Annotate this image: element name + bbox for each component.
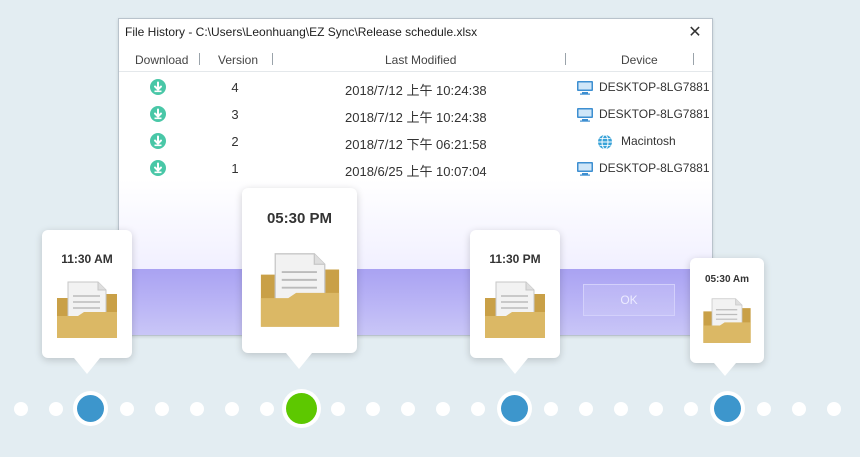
timeline-dot	[792, 402, 806, 416]
fade-overlay	[119, 179, 712, 269]
timeline-dot	[827, 402, 841, 416]
timeline-dot	[649, 402, 663, 416]
card-time: 11:30 AM	[61, 252, 113, 266]
timeline-dot	[260, 402, 274, 416]
modified-cell: 2018/7/12 上午 10:24:38	[345, 83, 487, 98]
document-folder-icon	[260, 253, 340, 327]
device-cell: Macintosh	[621, 134, 676, 148]
card-pointer	[74, 358, 100, 374]
timeline-node-active[interactable]	[286, 393, 317, 424]
timeline-dot	[544, 402, 558, 416]
card-pointer	[502, 358, 528, 374]
header-divider	[119, 71, 712, 72]
timeline-node[interactable]	[714, 395, 741, 422]
window-title: File History - C:\Users\Leonhuang\EZ Syn…	[125, 25, 478, 39]
document-folder-icon	[703, 298, 751, 343]
version-cell: 1	[231, 161, 239, 176]
version-cell: 4	[231, 80, 239, 95]
column-divider[interactable]	[693, 53, 694, 65]
header-last-modified[interactable]: Last Modified	[385, 53, 456, 67]
card-time: 05:30 Am	[704, 274, 750, 285]
column-divider[interactable]	[199, 53, 200, 65]
version-card[interactable]: 11:30 PM	[470, 230, 560, 374]
timeline-dot	[579, 402, 593, 416]
table-header: Download Version Last Modified Device	[119, 49, 712, 71]
timeline-dot	[49, 402, 63, 416]
modified-cell: 2018/7/12 下午 06:21:58	[345, 137, 487, 152]
monitor-icon	[577, 81, 593, 95]
timeline-dot	[120, 402, 134, 416]
table-row[interactable]: 4 2018/7/12 上午 10:24:38 DESKTOP-8LG7881	[119, 75, 712, 102]
close-button[interactable]: ✕	[684, 22, 706, 44]
device-cell: DESKTOP-8LG7881	[599, 107, 710, 121]
device-cell: DESKTOP-8LG7881	[599, 161, 710, 175]
modified-cell: 2018/7/12 上午 10:24:38	[345, 110, 487, 125]
version-cell: 2	[231, 134, 239, 149]
timeline-node[interactable]	[77, 395, 104, 422]
version-card[interactable]: 05:30 PM	[242, 188, 357, 369]
timeline-dot	[155, 402, 169, 416]
card-pointer	[714, 363, 736, 376]
download-icon[interactable]	[150, 160, 166, 176]
monitor-icon	[577, 108, 593, 122]
document-folder-icon	[485, 281, 545, 338]
timeline-dot	[331, 402, 345, 416]
timeline-dot	[614, 402, 628, 416]
header-download[interactable]: Download	[135, 53, 188, 67]
device-cell: DESKTOP-8LG7881	[599, 80, 710, 94]
card-time: 05:30 PM	[266, 210, 333, 227]
timeline-dot	[225, 402, 239, 416]
file-history-window: File History - C:\Users\Leonhuang\EZ Syn…	[118, 18, 713, 336]
timeline-dot	[757, 402, 771, 416]
timeline-node[interactable]	[501, 395, 528, 422]
version-card[interactable]: 05:30 Am	[690, 258, 764, 376]
version-card[interactable]: 11:30 AM	[42, 230, 132, 374]
timeline-dot	[401, 402, 415, 416]
table-row[interactable]: 2 2018/7/12 下午 06:21:58 Macintosh	[119, 129, 712, 156]
timeline-dot	[436, 402, 450, 416]
document-folder-icon	[57, 281, 117, 338]
header-version[interactable]: Version	[218, 53, 258, 67]
column-divider[interactable]	[565, 53, 566, 65]
card-pointer	[286, 353, 312, 369]
column-divider[interactable]	[272, 53, 273, 65]
ok-button[interactable]: OK	[583, 284, 675, 316]
download-icon[interactable]	[150, 133, 166, 149]
globe-icon	[598, 134, 612, 150]
download-icon[interactable]	[150, 79, 166, 95]
download-icon[interactable]	[150, 106, 166, 122]
table-row[interactable]: 3 2018/7/12 上午 10:24:38 DESKTOP-8LG7881	[119, 102, 712, 129]
modified-cell: 2018/6/25 上午 10:07:04	[345, 164, 487, 179]
monitor-icon	[577, 162, 593, 176]
card-time: 11:30 PM	[489, 252, 541, 266]
timeline-dot	[366, 402, 380, 416]
timeline-dot	[190, 402, 204, 416]
version-cell: 3	[231, 107, 239, 122]
timeline-dot	[471, 402, 485, 416]
timeline-dot	[684, 402, 698, 416]
header-device[interactable]: Device	[621, 53, 658, 67]
title-bar: File History - C:\Users\Leonhuang\EZ Syn…	[119, 19, 712, 47]
timeline-dot	[14, 402, 28, 416]
